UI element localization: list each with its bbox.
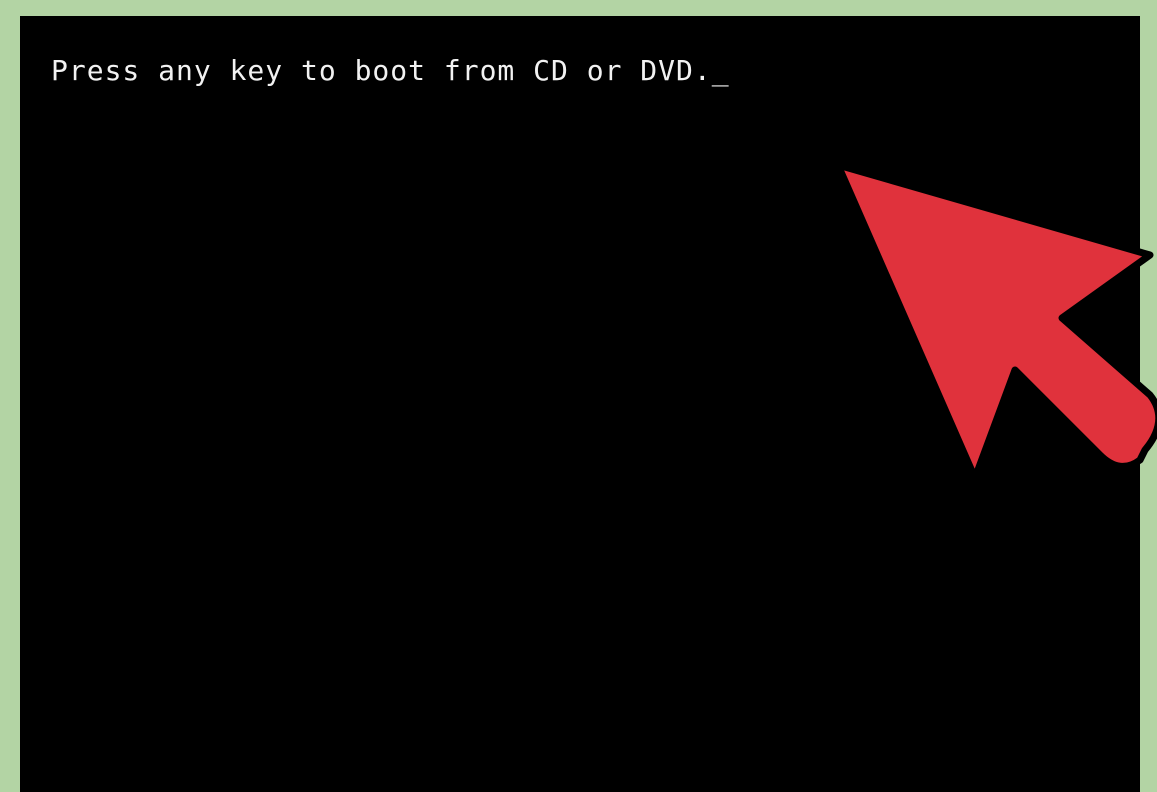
image-frame: Press any key to boot from CD or DVD._ (0, 0, 1157, 792)
boot-screen: Press any key to boot from CD or DVD._ (20, 16, 1140, 792)
text-cursor: _ (711, 54, 730, 87)
boot-prompt-text: Press any key to boot from CD or DVD. (51, 54, 712, 87)
boot-prompt: Press any key to boot from CD or DVD._ (51, 54, 730, 87)
